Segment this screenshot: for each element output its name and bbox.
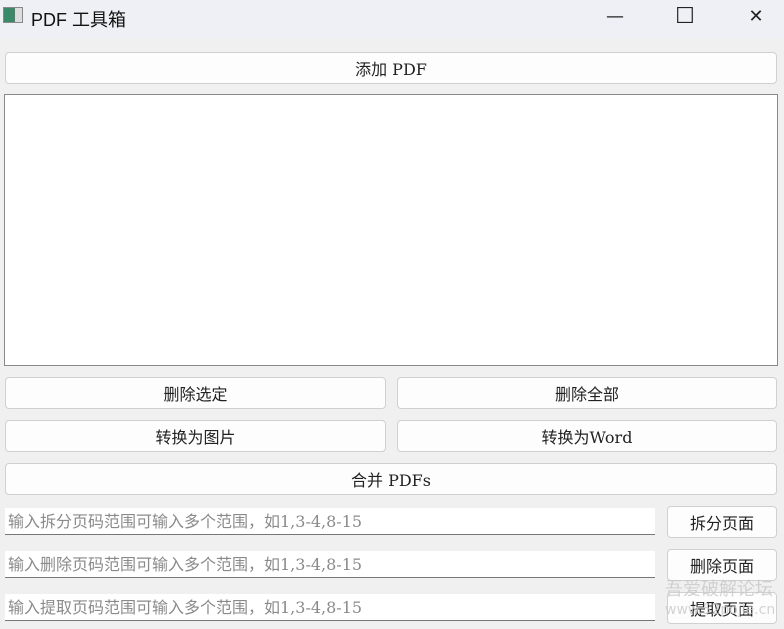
maximize-button[interactable]: ☐ xyxy=(662,0,708,32)
extract-pages-button[interactable]: 提取页面 xyxy=(667,592,777,624)
app-icon xyxy=(3,7,23,23)
convert-to-image-button[interactable]: 转换为图片 xyxy=(5,420,386,452)
split-pages-button[interactable]: 拆分页面 xyxy=(667,506,777,538)
minimize-button[interactable]: — xyxy=(592,0,638,32)
pdf-file-list[interactable] xyxy=(4,94,778,366)
delete-pages-button[interactable]: 删除页面 xyxy=(667,549,777,581)
merge-pdfs-button[interactable]: 合并 PDFs xyxy=(5,463,777,495)
title-bar: PDF 工具箱 — ☐ ✕ xyxy=(0,0,784,38)
delete-all-button[interactable]: 删除全部 xyxy=(397,377,777,409)
split-range-input[interactable] xyxy=(5,508,655,535)
delete-selected-button[interactable]: 删除选定 xyxy=(5,377,386,409)
close-button[interactable]: ✕ xyxy=(733,0,779,32)
extract-range-input[interactable] xyxy=(5,594,655,621)
add-pdf-button[interactable]: 添加 PDF xyxy=(5,52,777,84)
convert-to-word-button[interactable]: 转换为Word xyxy=(397,420,777,452)
delete-range-input[interactable] xyxy=(5,551,655,578)
window-title: PDF 工具箱 xyxy=(31,10,127,30)
